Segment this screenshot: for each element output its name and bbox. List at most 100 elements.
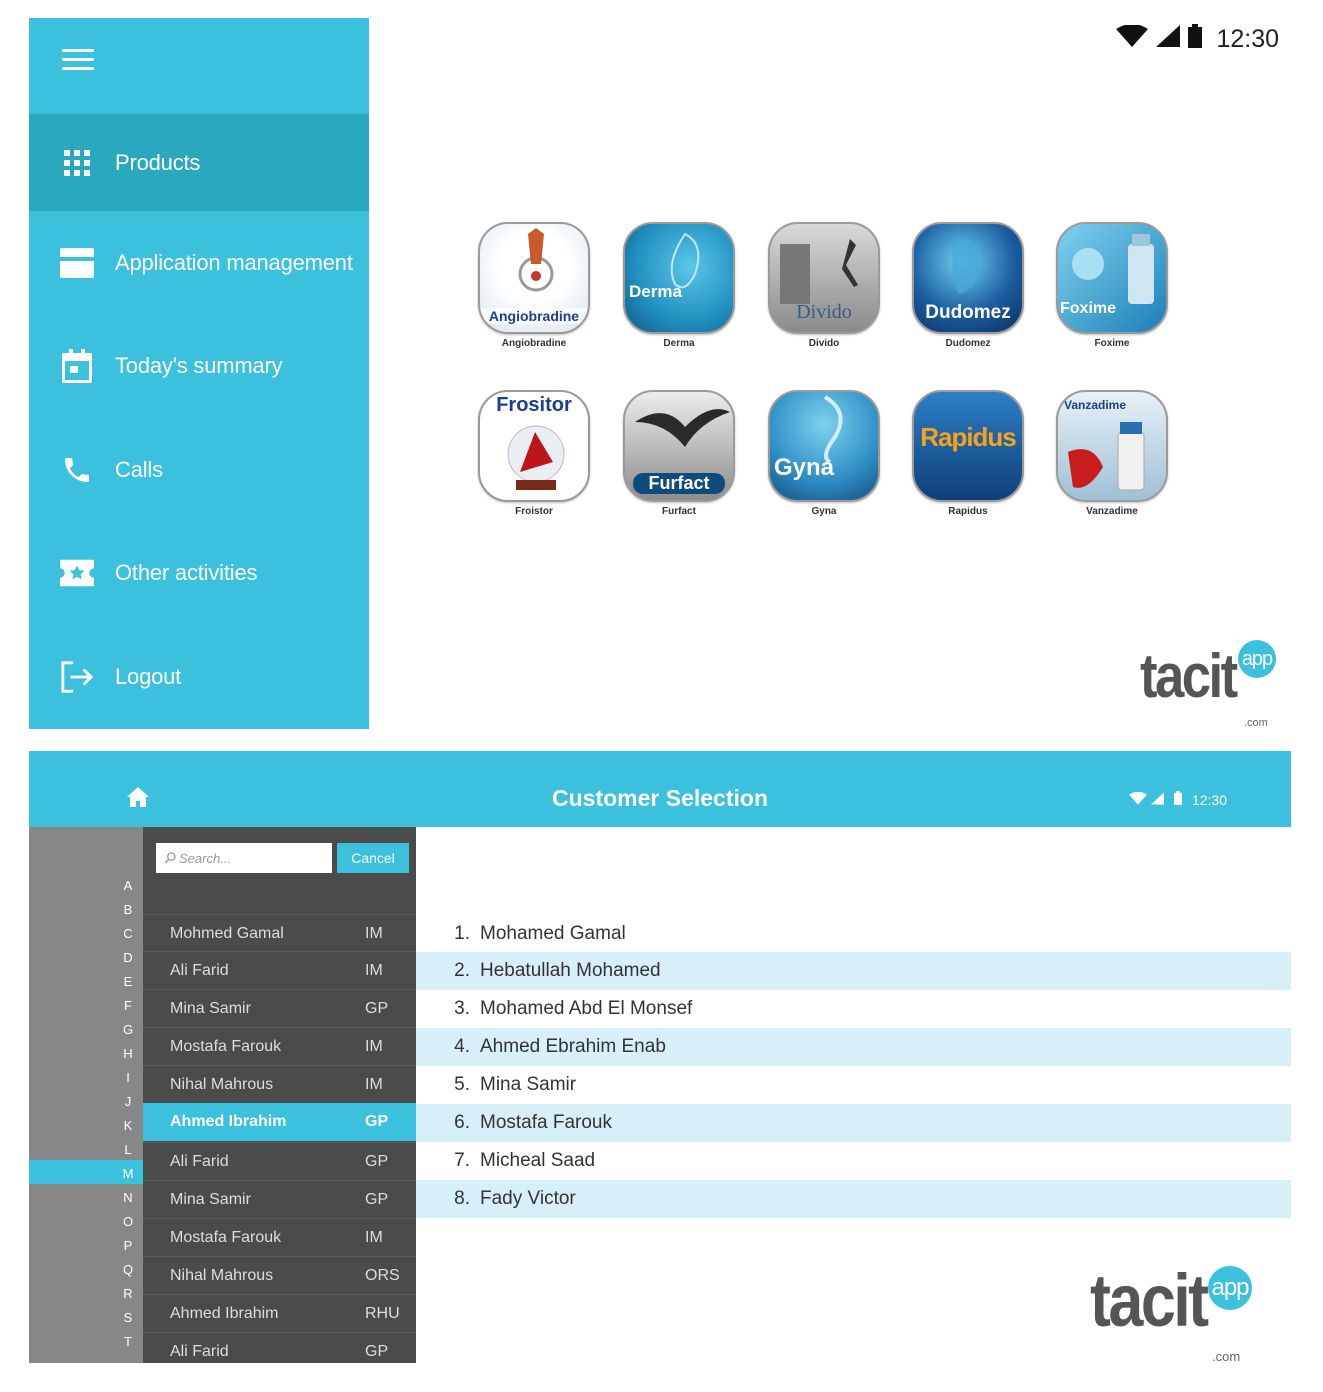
alphabet-letter[interactable]: P	[122, 1238, 134, 1253]
doctor-row[interactable]: Ali Farid GP	[143, 1142, 416, 1180]
alphabet-letter[interactable]: C	[122, 926, 134, 941]
customer-row[interactable]: 8. Fady Victor	[416, 1180, 1291, 1218]
product-image: Divido	[768, 222, 880, 334]
battery-icon	[1188, 24, 1203, 55]
product-tile[interactable]: Derma Derma	[623, 222, 735, 349]
hamburger-icon[interactable]	[62, 49, 94, 71]
alphabet-letter[interactable]: H	[122, 1046, 134, 1061]
product-caption: Foxime	[1094, 338, 1130, 349]
customer-row[interactable]: 1. Mohamed Gamal	[416, 915, 1291, 953]
customer-row[interactable]: 4. Ahmed Ebrahim Enab	[416, 1028, 1291, 1066]
clock: 12:30	[1191, 791, 1227, 808]
customer-index: 8.	[454, 1188, 470, 1209]
product-brand: Angiobradine	[480, 308, 588, 324]
product-brand: Rapidus	[920, 422, 1017, 452]
product-brand: Dudomez	[925, 302, 1011, 323]
product-image: Rapidus	[912, 390, 1024, 502]
alphabet-letter[interactable]: S	[122, 1310, 134, 1325]
product-brand: Vanzadime	[1064, 398, 1127, 412]
doctor-row[interactable]: Ali Farid IM	[143, 951, 416, 989]
doctor-name: Ahmed Ibrahim	[170, 1304, 279, 1322]
product-tile[interactable]: Dudomez Dudomez	[912, 222, 1024, 349]
alphabet-letter[interactable]: T	[122, 1334, 134, 1349]
doctor-row[interactable]: Mostafa Farouk IM	[143, 1027, 416, 1065]
alphabet-letter[interactable]: J	[122, 1094, 134, 1109]
menu-item-calls[interactable]: Calls	[29, 418, 369, 522]
doctor-name: Ali Farid	[170, 961, 229, 979]
doctor-row[interactable]: Mina Samir GP	[143, 989, 416, 1027]
customer-row[interactable]: 2. Hebatullah Mohamed	[416, 952, 1291, 990]
doctor-specialty: RHU	[365, 1304, 400, 1322]
drawer-menu: Products Application management Today's …	[29, 114, 369, 729]
alphabet-letter[interactable]: K	[122, 1118, 134, 1133]
product-tile[interactable]: Foxime Foxime	[1056, 222, 1168, 349]
product-caption: Divido	[808, 338, 840, 349]
product-tile[interactable]: Frositor Froistor	[478, 390, 590, 517]
doctor-name: Ali Farid	[170, 1152, 229, 1170]
product-tile[interactable]: Divido Divido	[768, 222, 880, 349]
doctor-row[interactable]: Mohmed Gamal IM	[143, 914, 416, 952]
alphabet-letter[interactable]: R	[122, 1286, 134, 1301]
customer-row[interactable]: 5. Mina Samir	[416, 1066, 1291, 1104]
doctor-row[interactable]: Nihal Mahrous IM	[143, 1065, 416, 1103]
ticket-star-icon	[60, 556, 94, 590]
customer-row[interactable]: 7. Micheal Saad	[416, 1142, 1291, 1180]
product-tile[interactable]: Vanzadime Vanzadime	[1056, 390, 1168, 517]
menu-item-application-management[interactable]: Application management	[29, 211, 369, 315]
product-image: Derma	[623, 222, 735, 334]
doctor-name: Nihal Mahrous	[170, 1266, 274, 1284]
alphabet-letter[interactable]: A	[122, 878, 134, 893]
doctor-name: Ahmed Ibrahim	[170, 1113, 287, 1130]
search-input[interactable]: Search...	[156, 843, 332, 873]
signal-icon	[1150, 792, 1164, 808]
doctor-row[interactable]: Ali Farid GP	[143, 1332, 416, 1363]
customer-row[interactable]: 3. Mohamed Abd El Monsef	[416, 990, 1291, 1028]
customer-index: 7.	[454, 1150, 470, 1171]
grid-icon	[60, 146, 94, 180]
status-bar: 12:30	[1116, 24, 1279, 55]
logo-bubble: app	[1238, 640, 1276, 678]
alphabet-letter[interactable]: M	[122, 1166, 134, 1181]
doctor-row[interactable]: Nihal Mahrous ORS	[143, 1256, 416, 1294]
doctor-row[interactable]: Mina Samir GP	[143, 1180, 416, 1218]
alphabet-letter[interactable]: Q	[122, 1262, 134, 1277]
alphabet-letter[interactable]: F	[122, 998, 134, 1013]
product-caption: Furfact	[662, 506, 696, 517]
alphabet-letter[interactable]: B	[122, 902, 134, 917]
alphabet-letter[interactable]: G	[122, 1022, 134, 1037]
alphabet-letter[interactable]: I	[122, 1070, 134, 1085]
menu-item-label: Logout	[115, 663, 182, 689]
alphabet-letter[interactable]: O	[122, 1214, 134, 1229]
signal-icon	[1156, 25, 1181, 54]
product-tile[interactable]: Rapidus Rapidus	[912, 390, 1024, 517]
alphabet-letter[interactable]: D	[122, 950, 134, 965]
doctor-specialty: GP	[365, 1113, 389, 1130]
card-icon	[60, 246, 94, 280]
product-tile[interactable]: Gyna Gyna	[768, 390, 880, 517]
product-tile[interactable]: Angiobradine Angiobradine	[478, 222, 590, 349]
customer-index: 3.	[454, 998, 470, 1019]
search-placeholder: Search...	[179, 850, 232, 866]
doctor-row-selected[interactable]: Ahmed Ibrahim GP	[143, 1103, 416, 1141]
battery-icon	[1173, 791, 1182, 808]
doctor-row[interactable]: Ahmed Ibrahim RHU	[143, 1294, 416, 1332]
customer-name: Ahmed Ebrahim Enab	[480, 1036, 666, 1057]
customer-name: Fady Victor	[480, 1188, 576, 1209]
menu-item-logout[interactable]: Logout	[29, 625, 369, 729]
menu-item-label: Application management	[115, 249, 353, 275]
cancel-button[interactable]: Cancel	[337, 843, 409, 873]
doctor-row[interactable]: Mostafa Farouk IM	[143, 1218, 416, 1256]
alphabet-letter[interactable]: N	[122, 1190, 134, 1205]
alphabet-letter[interactable]: L	[122, 1142, 134, 1157]
menu-item-label: Today's summary	[115, 353, 283, 379]
product-brand: Gyna	[774, 454, 835, 481]
customer-name: Mohamed Gamal	[480, 923, 626, 944]
doctor-list: Search... Cancel Mohmed Gamal IM Ali Fari…	[143, 827, 416, 1363]
product-tile[interactable]: Furfact Furfact	[623, 390, 735, 517]
customer-row[interactable]: 6. Mostafa Farouk	[416, 1104, 1291, 1142]
menu-item-products[interactable]: Products	[29, 114, 369, 211]
alphabet-letter[interactable]: E	[122, 974, 134, 989]
customer-selection-header: Customer Selection 12:30	[29, 751, 1291, 827]
menu-item-other-activities[interactable]: Other activities	[29, 522, 369, 626]
menu-item-todays-summary[interactable]: Today's summary	[29, 315, 369, 419]
